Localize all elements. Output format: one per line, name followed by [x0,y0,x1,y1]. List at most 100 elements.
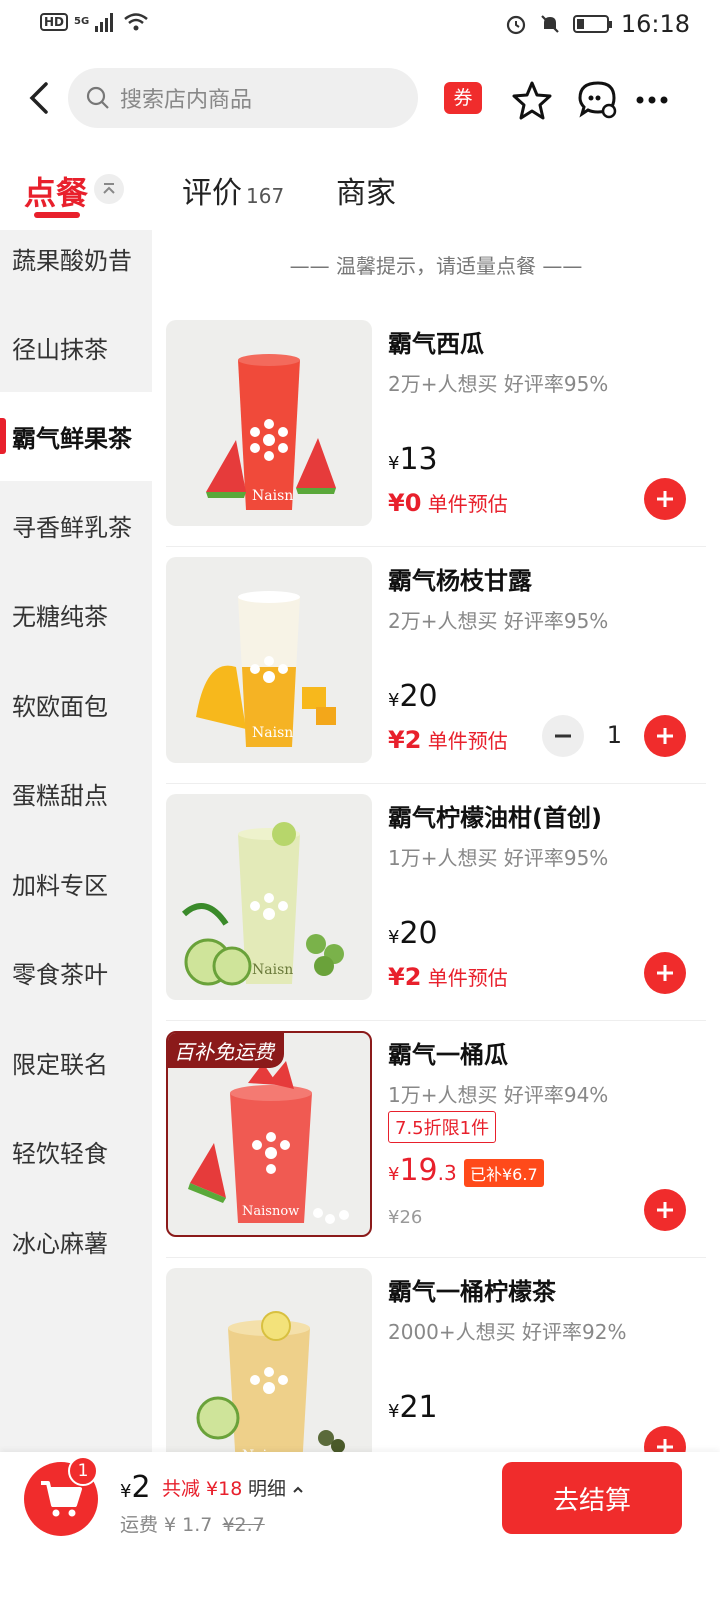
plus-icon [657,491,673,507]
drink-cup-illustration: Naisn [196,591,336,747]
product-price: ¥13 [388,442,438,477]
product-card[interactable]: Naisn 霸气西瓜 2万+人想买 好评率95% ¥13 ¥0 单件预估 [152,310,720,547]
category-item[interactable]: 无糖纯茶 [0,570,152,659]
status-bar: HD 5G 16:18 [0,0,720,50]
product-price: ¥19.3 [388,1153,457,1188]
svg-text:Naisnow: Naisnow [242,1204,299,1219]
cart-count-badge: 1 [68,1456,98,1486]
network-type: 5G [74,16,90,27]
product-list: —— 温馨提示，请适量点餐 —— Naisn 霸气西瓜 2万+人想买 好评率95… [152,230,720,1452]
active-tab-indicator [34,212,80,218]
tip-banner: —— 温馨提示，请适量点餐 —— [289,254,583,278]
product-meta: 2000+人想买 好评率92% [388,1320,627,1344]
category-item[interactable]: 轻饮轻食 [0,1107,152,1196]
product-image[interactable]: Naisn [166,1268,372,1452]
search-input[interactable]: 搜索店内商品 [68,68,418,128]
category-item[interactable]: 软欧面包 [0,660,152,749]
drink-cup-illustration: Naisn [181,822,344,986]
quantity-value: 1 [606,721,622,749]
category-item[interactable]: 冰心麻薯 [0,1197,152,1286]
more-icon[interactable] [632,78,676,122]
drink-bucket-illustration: Naisn [196,1311,345,1452]
product-name: 霸气柠檬油柑(首创) [388,804,602,832]
estimated-price: ¥2 单件预估 [388,963,508,991]
collapse-up-icon [103,183,115,194]
favorite-star-icon[interactable] [510,78,554,122]
customer-service-icon[interactable] [576,78,620,122]
review-count: 167 [246,184,285,208]
chevron-up-icon [293,1486,303,1493]
product-meta: 1万+人想买 好评率94% [388,1083,609,1107]
add-to-cart-button[interactable] [644,715,686,757]
plus-icon [657,728,673,744]
category-item[interactable]: 限定联名 [0,1018,152,1107]
promo-tag: 百补免运费 [168,1033,284,1068]
product-image[interactable]: Naisn [166,794,372,1000]
product-image[interactable]: 百补免运费 Naisnow [166,1031,372,1237]
product-image[interactable]: Naisn [166,557,372,763]
search-icon [86,86,109,109]
category-item[interactable]: 蛋糕甜点 [0,749,152,838]
battery-icon [572,15,612,33]
product-name: 霸气一桶柠檬茶 [388,1278,556,1306]
add-to-cart-button[interactable] [644,1426,686,1452]
decrease-quantity-button[interactable] [542,715,584,757]
alarm-icon [506,15,525,35]
tab-merchant[interactable]: 商家 [336,168,396,212]
hd-indicator: HD [40,13,69,31]
product-card[interactable]: Naisn 霸气柠檬油柑(首创) 1万+人想买 好评率95% ¥20 ¥2 单件… [152,784,720,1021]
shipping-original: ¥2.7 [222,1514,265,1536]
add-to-cart-button[interactable] [644,1189,686,1231]
category-item[interactable]: 径山抹茶 [0,303,152,392]
store-tabs: 点餐 评价 167 商家 [0,160,720,230]
drink-cup-illustration: Naisn [206,354,336,510]
product-image[interactable]: Naisn [166,320,372,526]
mute-icon [541,15,559,33]
svg-text:Naisn: Naisn [252,488,293,504]
tab-order[interactable]: 点餐 [24,168,88,214]
discount-tag: 7.5折限1件 [388,1111,497,1143]
cart-total: ¥2 [120,1470,151,1505]
plus-icon [657,965,673,981]
add-to-cart-button[interactable] [644,952,686,994]
search-placeholder: 搜索店内商品 [120,88,253,113]
minus-icon [555,734,571,738]
estimated-price: ¥0 单件预估 [388,489,508,517]
product-name: 霸气杨枝甘露 [388,567,532,595]
discount-total: 共减 ¥18 [162,1478,243,1500]
cart-bar: 1 ¥2 共减 ¥18 明细 运费 ¥ 1.7 ¥2.7 去结算 [0,1452,720,1600]
price-detail-toggle[interactable]: 明细 [248,1474,304,1501]
product-card[interactable]: Naisn 霸气一桶柠檬茶 2000+人想买 好评率92% ¥21 [152,1258,720,1452]
store-header: 搜索店内商品 券 [0,68,720,130]
product-meta: 2万+人想买 好评率95% [388,372,609,396]
tab-reviews-label: 评价 [182,176,242,211]
category-item[interactable]: 加料专区 [0,839,152,928]
cart-icon [41,1481,82,1517]
plus-icon [657,1439,673,1452]
estimated-price: ¥2 单件预估 [388,726,508,754]
category-item[interactable]: 零食茶叶 [0,928,152,1017]
tab-reviews[interactable]: 评价 167 [182,168,284,212]
product-name: 霸气西瓜 [388,330,484,358]
plus-icon [657,1202,673,1218]
product-card[interactable]: 百补免运费 Naisnow 霸气一桶瓜 1万+人想买 好评率94% 7.5折限1… [152,1021,720,1258]
svg-text:Naisn: Naisn [252,725,293,741]
subsidy-badge: 已补¥6.7 [464,1159,544,1187]
category-item-active[interactable]: 霸气鲜果茶 [0,392,152,481]
product-price: ¥20 [388,916,438,951]
shipping-fee: 运费 ¥ 1.7 ¥2.7 [120,1514,265,1536]
product-card[interactable]: Naisn 霸气杨枝甘露 2万+人想买 好评率95% ¥20 ¥2 单件预估 1 [152,547,720,784]
back-icon[interactable] [22,76,62,120]
category-item[interactable]: 蔬果酸奶昔 [0,230,152,303]
checkout-button[interactable]: 去结算 [502,1462,682,1534]
product-price: ¥21 [388,1390,438,1425]
category-sidebar: 蔬果酸奶昔 径山抹茶 霸气鲜果茶 寻香鲜乳茶 无糖纯茶 软欧面包 蛋糕甜点 加料… [0,230,152,1452]
signal-icon [95,13,114,32]
add-to-cart-button[interactable] [644,478,686,520]
coupon-button[interactable]: 券 [444,82,482,114]
category-item[interactable]: 寻香鲜乳茶 [0,481,152,570]
product-price: ¥20 [388,679,438,714]
original-price: ¥26 [388,1207,423,1228]
collapse-header-button[interactable] [94,174,124,204]
tip-text: 温馨提示，请适量点餐 [336,254,536,278]
